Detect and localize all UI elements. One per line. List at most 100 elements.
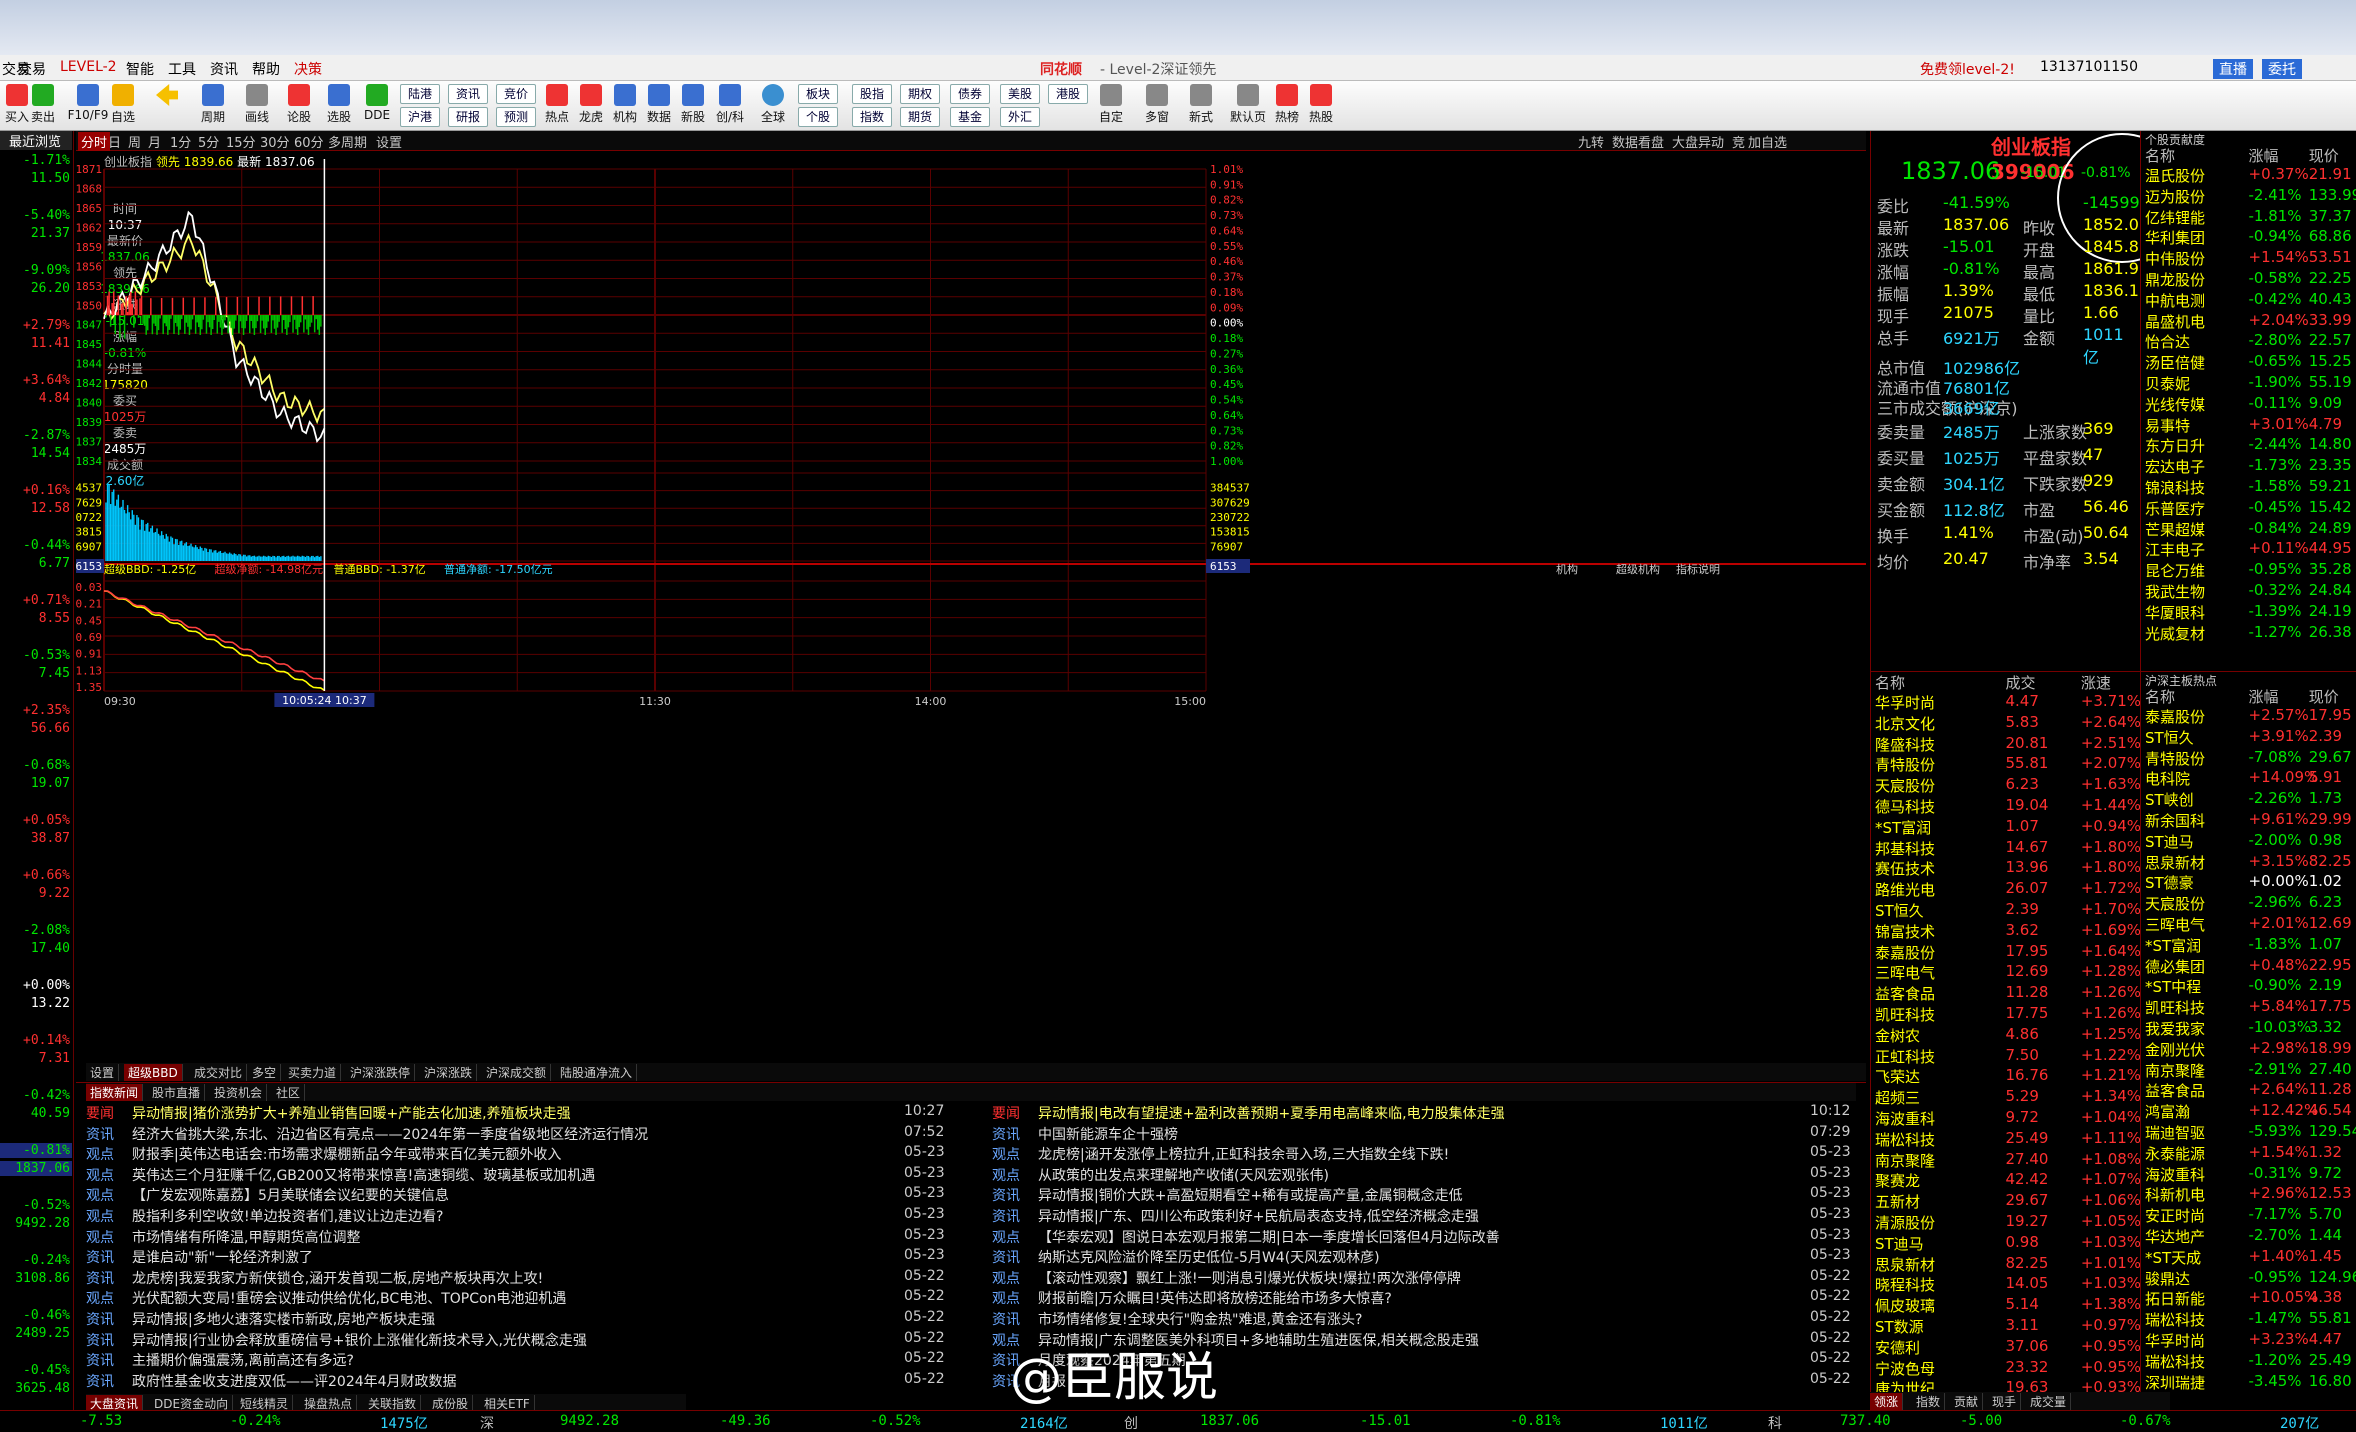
ind-tab-updown[interactable]: 沪深涨跌 bbox=[420, 1064, 478, 1081]
list-item[interactable]: 华厦眼科 -1.39% 24.19 bbox=[2141, 602, 2356, 623]
list-item[interactable]: 北京文化 5.83 +2.64% bbox=[1871, 713, 2141, 734]
list-item[interactable]: 邦基科技 14.67 +1.80% bbox=[1871, 838, 2141, 859]
sell-button[interactable]: 卖出 bbox=[26, 84, 60, 125]
watchlist-button[interactable]: 自选 bbox=[106, 84, 140, 125]
list-item[interactable]: 南京聚隆 -2.91% 27.40 bbox=[2141, 1060, 2356, 1081]
list-item[interactable]: 佩皮玻璃 5.14 +1.38% bbox=[1871, 1295, 2141, 1316]
tool-us[interactable]: 美股 bbox=[1000, 84, 1041, 104]
news-item[interactable]: 资讯 政府性基金收支进度双低——评2024年4月财政数据 05-22 bbox=[86, 1371, 956, 1392]
dde-button[interactable]: DDE bbox=[360, 84, 394, 122]
news-tab-community[interactable]: 社区 bbox=[272, 1084, 306, 1101]
menu-item[interactable]: 决策 bbox=[294, 59, 322, 79]
menu-item[interactable]: 智能 bbox=[126, 59, 154, 79]
rail-item-value[interactable]: 2489.25 bbox=[0, 1326, 72, 1341]
list-item[interactable]: 瑞松科技 -1.20% 25.49 bbox=[2141, 1351, 2356, 1372]
list-item[interactable]: 天宸股份 -2.96% 6.23 bbox=[2141, 893, 2356, 914]
list-item[interactable]: 金树农 4.86 +1.25% bbox=[1871, 1025, 2141, 1046]
menu-item[interactable]: 资讯 bbox=[210, 59, 238, 79]
list-item[interactable]: ST恒久 +3.91% 2.39 bbox=[2141, 727, 2356, 748]
dragon-button[interactable]: 龙虎 bbox=[574, 84, 608, 125]
news-item[interactable]: 观点 光伏配额大变局!重磅会议推动供给优化,BC电池、TOPCon电池迎机遇 05-… bbox=[86, 1288, 956, 1309]
news-item[interactable]: 资讯 异动情报|行业协会释放重磅信号+银价上涨催化新技术导入,光伏概念走强 05-2… bbox=[86, 1330, 956, 1351]
news-item[interactable]: 观点 英伟达三个月狂赚千亿,GB200又将带来惊喜!高速铜缆、玻璃基板或加机遇 05… bbox=[86, 1165, 956, 1186]
ind-tab-compare[interactable]: 成交对比 bbox=[190, 1064, 248, 1081]
multiwindow-button[interactable]: 多窗 bbox=[1140, 84, 1174, 125]
hotspot-button[interactable]: 热点 bbox=[540, 84, 574, 125]
tab-week[interactable]: 周 bbox=[128, 132, 141, 151]
list-item[interactable]: 德必集团 +0.48% 22.95 bbox=[2141, 956, 2356, 977]
rail-item-pct[interactable]: -0.44% bbox=[0, 538, 72, 553]
global-button[interactable]: 全球 bbox=[756, 84, 790, 125]
live-button[interactable]: 直播 bbox=[2213, 59, 2253, 79]
news-item[interactable]: 资讯 异动情报|多地火速落实楼市新政,房地产板块走强 05-22 bbox=[86, 1309, 956, 1330]
screener-button[interactable]: 选股 bbox=[322, 84, 356, 125]
list-item[interactable]: ST峡创 -2.26% 1.73 bbox=[2141, 789, 2356, 810]
list-item[interactable]: ST恒久 2.39 +1.70% bbox=[1871, 900, 2141, 921]
list-col-header[interactable]: 现价 bbox=[2309, 686, 2339, 707]
tool-auction[interactable]: 竞价 bbox=[496, 84, 537, 104]
list-tab-contrib[interactable]: 贡献 bbox=[1950, 1393, 1984, 1410]
data-button[interactable]: 数据 bbox=[642, 84, 676, 125]
list-item[interactable]: ST德豪 +0.00% 1.02 bbox=[2141, 872, 2356, 893]
tab-add-watchlist[interactable]: 加自选 bbox=[1748, 132, 1787, 151]
order-button[interactable]: 委托 bbox=[2262, 59, 2302, 79]
tab-month[interactable]: 月 bbox=[148, 132, 161, 151]
list-item[interactable]: 昆仑万维 -0.95% 35.28 bbox=[2141, 560, 2356, 581]
rail-item-pct[interactable]: -0.53% bbox=[0, 648, 72, 663]
tool-options[interactable]: 期权 bbox=[900, 84, 941, 104]
rail-item-value[interactable]: 11.50 bbox=[0, 171, 72, 186]
rail-item-value[interactable]: 17.40 bbox=[0, 941, 72, 956]
list-item[interactable]: 五新材 29.67 +1.06% bbox=[1871, 1191, 2141, 1212]
tool-index-futures[interactable]: 股指 bbox=[852, 84, 893, 104]
list-item[interactable]: 青特股份 55.81 +2.07% bbox=[1871, 754, 2141, 775]
list-item[interactable]: 瑞迪智驱 -5.93% 129.54 bbox=[2141, 1122, 2356, 1143]
list-item[interactable]: 益客食品 +2.64% 11.28 bbox=[2141, 1080, 2356, 1101]
list-item[interactable]: 光威复材 -1.27% 26.38 bbox=[2141, 623, 2356, 644]
rail-item-value[interactable]: 7.31 bbox=[0, 1051, 72, 1066]
rail-item-pct[interactable]: -5.40% bbox=[0, 208, 72, 223]
list-item[interactable]: 海波重科 9.72 +1.04% bbox=[1871, 1108, 2141, 1129]
list-item[interactable]: 隆盛科技 20.81 +2.51% bbox=[1871, 734, 2141, 755]
list-item[interactable]: 东方日升 -2.44% 14.80 bbox=[2141, 435, 2356, 456]
rail-item-value[interactable]: 19.07 bbox=[0, 776, 72, 791]
news-item[interactable]: 资讯 异动情报|广东、四川公布政策利好+民航局表态支持,低空经济概念走强 05-23 bbox=[992, 1206, 1862, 1227]
list-item[interactable]: 超频三 5.29 +1.34% bbox=[1871, 1087, 2141, 1108]
list-item[interactable]: *ST富润 -1.83% 1.07 bbox=[2141, 935, 2356, 956]
tool-funds[interactable]: 基金 bbox=[950, 107, 991, 127]
rail-item-pct[interactable]: +0.71% bbox=[0, 593, 72, 608]
list-item[interactable]: 三晖电气 12.69 +1.28% bbox=[1871, 962, 2141, 983]
list-item[interactable]: 怡合达 -2.80% 22.57 bbox=[2141, 331, 2356, 352]
list-item[interactable]: 思泉新材 +3.15% 82.25 bbox=[2141, 852, 2356, 873]
tool-stock[interactable]: 个股 bbox=[798, 107, 839, 127]
tab-5min[interactable]: 5分 bbox=[198, 132, 219, 151]
ind-tab-longshort[interactable]: 多空 bbox=[248, 1064, 282, 1081]
list-item[interactable]: 乐普医疗 -0.45% 15.42 bbox=[2141, 498, 2356, 519]
news-item[interactable]: 观点 市场情绪有所降温,甲醇期货高位调整 05-23 bbox=[86, 1227, 956, 1248]
tool-lugang[interactable]: 陆港 bbox=[400, 84, 441, 104]
menu-item[interactable]: 交易 bbox=[18, 59, 46, 79]
list-item[interactable]: 凯旺科技 17.75 +1.26% bbox=[1871, 1004, 2141, 1025]
hotlist-button[interactable]: 热榜 bbox=[1270, 84, 1304, 125]
news-item[interactable]: 要闻 异动情报|电改有望提速+盈利改善预期+夏季用电高峰来临,电力股集体走强 10:… bbox=[992, 1103, 1862, 1124]
rail-item-value[interactable]: 40.59 bbox=[0, 1106, 72, 1121]
rail-item-pct[interactable]: +0.66% bbox=[0, 868, 72, 883]
list-item[interactable]: 锦富技术 3.62 +1.69% bbox=[1871, 921, 2141, 942]
rail-item-value[interactable]: 9492.28 bbox=[0, 1216, 72, 1231]
rail-item-pct[interactable]: -9.09% bbox=[0, 263, 72, 278]
ind-tab-turnover[interactable]: 沪深成交额 bbox=[482, 1064, 552, 1081]
list-col-header[interactable]: 名称 bbox=[1875, 672, 1905, 693]
menu-item[interactable]: 工具 bbox=[168, 59, 196, 79]
tool-forecast[interactable]: 预测 bbox=[496, 107, 537, 127]
list-tab-hand[interactable]: 现手 bbox=[1988, 1393, 2022, 1410]
institution-button[interactable]: 机构 bbox=[608, 84, 642, 125]
news-item[interactable]: 资讯 经济大省挑大梁,东北、沿边省区有亮点——2024年第一季度省级地区经济运行情… bbox=[86, 1124, 956, 1145]
rail-item-value[interactable]: 12.58 bbox=[0, 501, 72, 516]
tab-auction[interactable]: 竞 bbox=[1732, 132, 1745, 151]
menu-item[interactable]: 帮助 bbox=[252, 59, 280, 79]
list-col-header[interactable]: 涨幅 bbox=[2249, 686, 2279, 707]
rail-item-pct[interactable]: +0.14% bbox=[0, 1033, 72, 1048]
list-item[interactable]: 华孚时尚 4.47 +3.71% bbox=[1871, 692, 2141, 713]
back-button[interactable] bbox=[150, 84, 184, 108]
news-item[interactable]: 资讯 是谁启动"新"一轮经济刺激了 05-23 bbox=[86, 1247, 956, 1268]
list-item[interactable]: 中航电测 -0.42% 40.43 bbox=[2141, 290, 2356, 311]
